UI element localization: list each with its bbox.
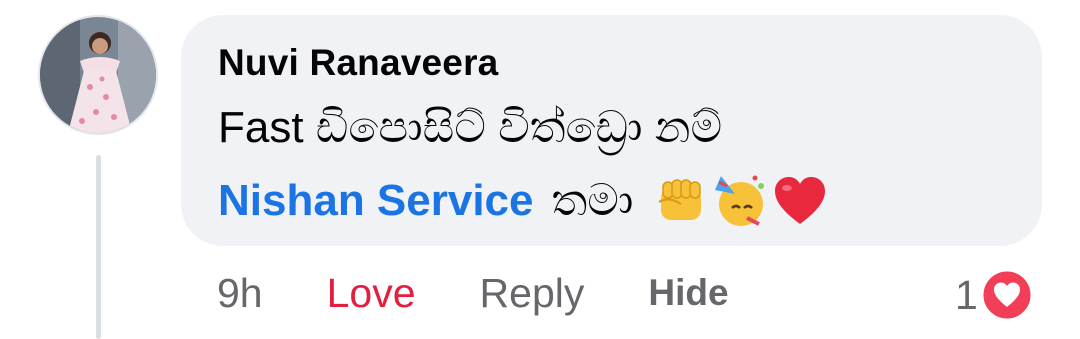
thread-line (96, 155, 101, 339)
comment-bubble: Nuvi Ranaveera Fast ඩිපොසිට් විත්ඩ්‍රො න… (181, 15, 1042, 246)
comment-actions: 9h Love Reply Hide (217, 268, 729, 318)
avatar[interactable] (38, 15, 158, 135)
reaction-count: 1 (955, 271, 978, 318)
timestamp[interactable]: 9h (217, 270, 263, 317)
comment-text-line2: Nishan Service තමා (218, 172, 831, 230)
reaction-summary[interactable]: 1 (955, 268, 1034, 322)
emoji-group (651, 172, 831, 230)
avatar-image (40, 17, 156, 133)
mention-link[interactable]: Nishan Service (218, 176, 534, 226)
hide-button[interactable]: Hide (648, 272, 728, 314)
comment-text-tail: තමා (551, 176, 634, 225)
reply-button[interactable]: Reply (480, 270, 585, 317)
raised-fist-emoji (658, 179, 702, 220)
comment: Nuvi Ranaveera Fast ඩිපොසිට් විත්ඩ්‍රො න… (0, 0, 1080, 339)
love-button[interactable]: Love (327, 270, 416, 317)
comment-text: Fast ඩිපොසිට් විත්ඩ්‍රො නම් (218, 103, 723, 152)
red-heart-emoji (775, 177, 826, 224)
author-name[interactable]: Nuvi Ranaveera (218, 42, 498, 84)
love-reaction-icon (980, 268, 1034, 322)
partying-face-emoji (715, 175, 765, 226)
